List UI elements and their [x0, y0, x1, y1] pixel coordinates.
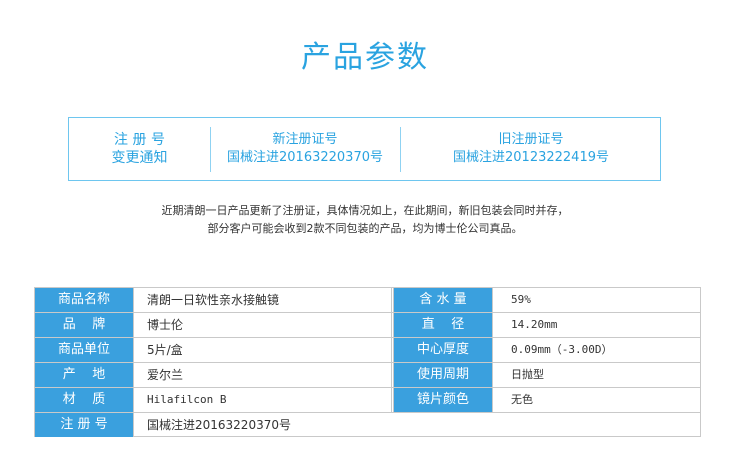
- registration-notice-box: 注 册 号 变更通知 新注册证号 国械注进20163220370号 旧注册证号 …: [68, 117, 661, 181]
- param-label: 商品名称: [35, 288, 134, 312]
- notice-heading: 注 册 号 变更通知: [69, 118, 210, 180]
- param-value: 清朗一日软性亲水接触镜: [147, 293, 280, 307]
- param-label: 镜片颜色: [393, 388, 493, 412]
- notice-text-line-2: 部分客户可能会收到2款不同包装的产品，均为博士伦公司真品。: [207, 222, 523, 235]
- param-label: 品 牌: [35, 313, 134, 337]
- notice-heading-line-2: 变更通知: [111, 150, 168, 166]
- param-value: Hilafilcon B: [147, 393, 227, 406]
- notice-text-line-1: 近期清朗一日产品更新了注册证，具体情况如上，在此期间，新旧包装会同时并存，: [161, 204, 569, 217]
- param-value: 博士伦: [147, 318, 184, 332]
- param-label: 直 径: [393, 313, 493, 337]
- table-row: 产 地 爱尔兰 使用周期 日抛型: [35, 363, 700, 388]
- old-registration-number: 国械注进20123222419号: [453, 150, 609, 165]
- table-row: 商品单位 5片/盒 中心厚度 0.09mm（-3.00D）: [35, 338, 700, 363]
- table-row: 品 牌 博士伦 直 径 14.20mm: [35, 313, 700, 338]
- param-label: 材 质: [35, 388, 134, 412]
- new-registration-label: 新注册证号: [272, 132, 338, 147]
- param-value: 无色: [511, 393, 533, 406]
- new-registration: 新注册证号 国械注进20163220370号: [210, 118, 400, 180]
- page-title: 产品参数: [301, 40, 429, 75]
- param-label: 产 地: [35, 363, 134, 387]
- param-value: 0.09mm（-3.00D）: [511, 343, 613, 356]
- table-column-divider: [391, 288, 392, 412]
- param-label: 含 水 量: [393, 288, 493, 312]
- old-registration: 旧注册证号 国械注进20123222419号: [400, 118, 662, 180]
- param-value: 国械注进20163220370号: [147, 418, 291, 432]
- param-label: 使用周期: [393, 363, 493, 387]
- param-label: 商品单位: [35, 338, 134, 362]
- param-label: 中心厚度: [393, 338, 493, 362]
- table-row: 注 册 号 国械注进20163220370号: [35, 413, 700, 438]
- table-row: 商品名称 清朗一日软性亲水接触镜 含 水 量 59%: [35, 288, 700, 313]
- param-label: 注 册 号: [35, 413, 134, 437]
- product-params-table: 商品名称 清朗一日软性亲水接触镜 含 水 量 59% 品 牌 博士伦 直 径 1…: [34, 287, 701, 437]
- table-row: 材 质 Hilafilcon B 镜片颜色 无色: [35, 388, 700, 413]
- param-value: 日抛型: [511, 368, 544, 381]
- param-value: 14.20mm: [511, 318, 558, 331]
- param-value: 5片/盒: [147, 343, 183, 357]
- old-registration-label: 旧注册证号: [498, 132, 564, 147]
- param-value: 59%: [511, 293, 531, 306]
- param-value: 爱尔兰: [147, 368, 184, 382]
- notice-heading-line-1: 注 册 号: [114, 132, 165, 148]
- new-registration-number: 国械注进20163220370号: [227, 150, 383, 165]
